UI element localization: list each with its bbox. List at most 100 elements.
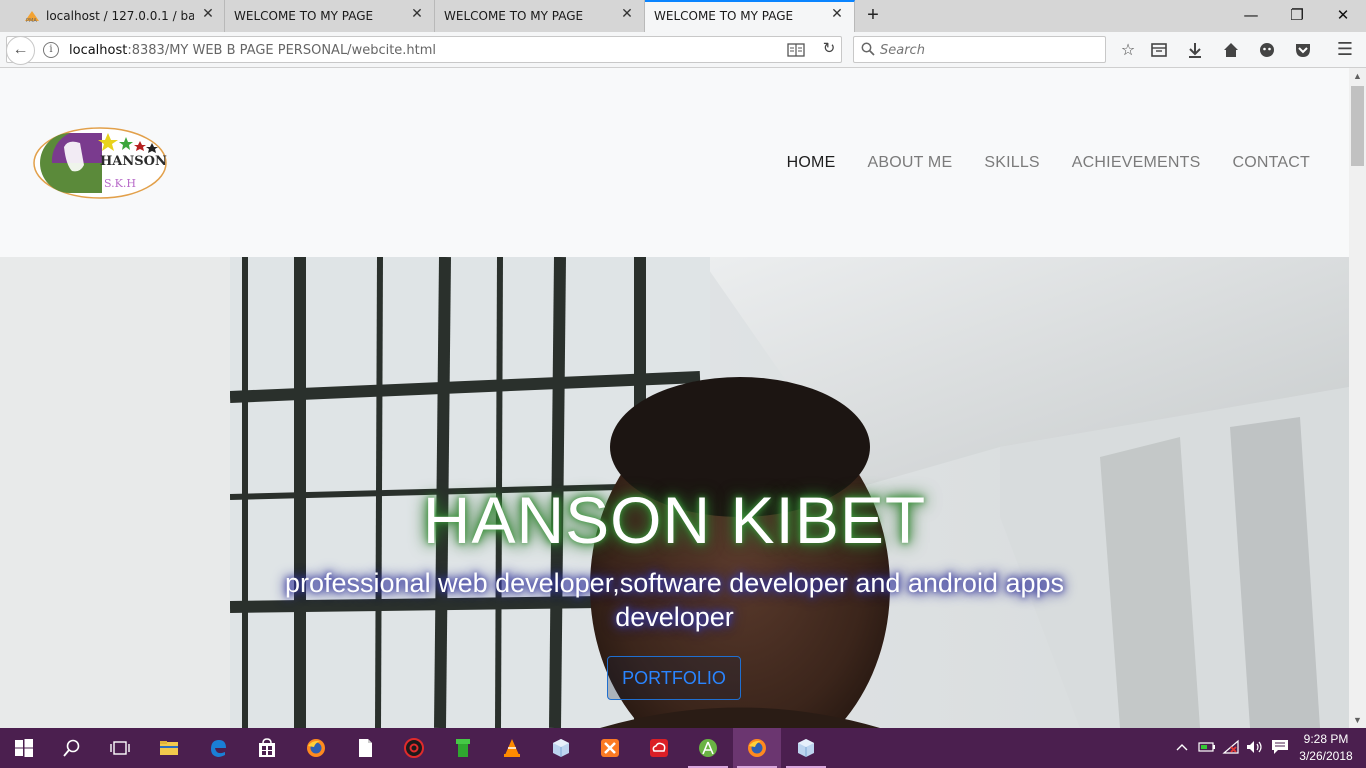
- tab-welcome-active[interactable]: WELCOME TO MY PAGE ✕: [645, 0, 855, 32]
- taskbar-app-red[interactable]: [390, 728, 438, 768]
- reload-icon[interactable]: ↻: [819, 39, 839, 59]
- taskbar-app-green[interactable]: [439, 728, 487, 768]
- taskbar-notepad[interactable]: [341, 728, 389, 768]
- taskbar-search-button[interactable]: [48, 728, 96, 768]
- tab-title: localhost / 127.0.0.1 / ban...: [46, 9, 194, 23]
- url-path: :8383/MY WEB B PAGE PERSONAL/webcite.htm…: [127, 43, 437, 58]
- taskbar-vlc[interactable]: [488, 728, 536, 768]
- address-bar[interactable]: ← i localhost:8383/MY WEB B PAGE PERSONA…: [6, 36, 842, 65]
- tray-network[interactable]: [1220, 728, 1242, 768]
- vlc-cone-icon: [504, 739, 520, 757]
- tab-strip: PMA localhost / 127.0.0.1 / ban... ✕ WEL…: [0, 0, 1366, 32]
- green-cylinder-icon: [456, 739, 470, 757]
- tab-welcome-2[interactable]: WELCOME TO MY PAGE ✕: [435, 0, 645, 32]
- tray-volume[interactable]: [1244, 728, 1266, 768]
- search-icon: [861, 42, 875, 56]
- portfolio-button[interactable]: PORTFOLIO: [607, 656, 741, 700]
- taskbar-creative-cloud[interactable]: [635, 728, 683, 768]
- url-text[interactable]: localhost:8383/MY WEB B PAGE PERSONAL/we…: [69, 43, 436, 58]
- scroll-thumb[interactable]: [1351, 86, 1364, 166]
- pocket-icon[interactable]: [1289, 36, 1317, 64]
- taskbar-firefox[interactable]: [292, 728, 340, 768]
- windows-taskbar: 9:28 PM 3/26/2018: [0, 728, 1366, 768]
- close-window-button[interactable]: ✕: [1320, 2, 1366, 30]
- bookmark-star-icon[interactable]: ☆: [1114, 36, 1142, 64]
- android-studio-icon: [699, 739, 717, 757]
- close-tab-icon[interactable]: ✕: [200, 6, 216, 22]
- taskbar-store[interactable]: [243, 728, 291, 768]
- taskbar-virtualbox-2[interactable]: [782, 728, 830, 768]
- hero-subtitle: professional web developer,software deve…: [284, 568, 1065, 632]
- tab-phpmyadmin[interactable]: PMA localhost / 127.0.0.1 / ban... ✕: [0, 0, 225, 32]
- creative-cloud-icon: [650, 739, 668, 757]
- task-view-button[interactable]: [96, 728, 144, 768]
- action-center-button[interactable]: [1268, 728, 1292, 768]
- info-icon[interactable]: i: [43, 42, 59, 58]
- library-icon[interactable]: [1145, 36, 1173, 64]
- battery-icon: [1198, 742, 1215, 752]
- main-menu: HOME ABOUT ME SKILLS ACHIEVEMENTS CONTAC…: [755, 154, 1310, 172]
- taskbar-file-explorer[interactable]: [145, 728, 193, 768]
- taskbar-xampp[interactable]: [586, 728, 634, 768]
- taskbar-android-studio[interactable]: [684, 728, 732, 768]
- page-viewport: HANSON S.K.H HOME ABOUT ME SKILLS ACHIEV…: [0, 68, 1349, 728]
- chevron-up-icon: [1176, 744, 1188, 751]
- nav-contact[interactable]: CONTACT: [1232, 154, 1310, 172]
- windows-logo-icon: [15, 739, 33, 757]
- home-icon[interactable]: [1217, 36, 1245, 64]
- download-icon[interactable]: [1181, 36, 1209, 64]
- notification-icon: [1272, 740, 1288, 754]
- close-tab-icon[interactable]: ✕: [829, 6, 845, 22]
- sync-icon[interactable]: [1253, 36, 1281, 64]
- taskbar-edge[interactable]: [194, 728, 242, 768]
- site-logo[interactable]: HANSON S.K.H: [30, 125, 170, 201]
- restore-button[interactable]: ❐: [1274, 2, 1320, 30]
- new-tab-button[interactable]: +: [862, 4, 884, 26]
- start-button[interactable]: [0, 728, 48, 768]
- gear-app-icon: [404, 738, 424, 758]
- close-tab-icon[interactable]: ✕: [619, 6, 635, 22]
- tab-title: WELCOME TO MY PAGE: [654, 9, 794, 23]
- minimize-button[interactable]: —: [1228, 2, 1274, 30]
- cube-icon: [553, 739, 569, 757]
- task-view-icon: [110, 741, 130, 755]
- navigation-toolbar: ← i localhost:8383/MY WEB B PAGE PERSONA…: [0, 32, 1366, 68]
- taskbar-virtualbox[interactable]: [537, 728, 585, 768]
- search-icon: [63, 739, 80, 757]
- tray-overflow[interactable]: [1172, 728, 1192, 768]
- tab-title: WELCOME TO MY PAGE: [444, 9, 584, 23]
- nav-home[interactable]: HOME: [787, 154, 836, 172]
- document-icon: [359, 739, 372, 757]
- search-input[interactable]: [878, 40, 1102, 60]
- reader-view-icon[interactable]: [787, 41, 805, 59]
- xampp-icon: [601, 739, 619, 757]
- logo-initials-text: S.K.H: [104, 177, 136, 190]
- nav-achievements[interactable]: ACHIEVEMENTS: [1072, 154, 1201, 172]
- back-arrow-icon[interactable]: ←: [6, 36, 35, 65]
- taskbar-firefox-active[interactable]: [733, 728, 781, 768]
- tray-power[interactable]: [1196, 728, 1218, 768]
- folder-icon: [160, 741, 178, 755]
- cube-icon: [798, 739, 814, 757]
- scroll-down-icon[interactable]: ▼: [1349, 712, 1366, 728]
- hero-title: HANSON KIBET: [422, 483, 927, 557]
- nav-about-me[interactable]: ABOUT ME: [867, 154, 952, 172]
- page-scrollbar[interactable]: ▲ ▼: [1349, 68, 1366, 728]
- nav-skills[interactable]: SKILLS: [984, 154, 1039, 172]
- firefox-icon: [307, 739, 325, 757]
- store-icon: [259, 738, 275, 757]
- volume-icon: [1247, 741, 1262, 753]
- close-tab-icon[interactable]: ✕: [409, 6, 425, 22]
- url-host: localhost: [69, 43, 128, 58]
- hero-section: HANSON KIBET professional web developer,…: [0, 257, 1349, 728]
- wifi-off-icon: [1222, 739, 1239, 754]
- logo-brand-text: HANSON: [100, 154, 167, 169]
- tab-welcome-1[interactable]: WELCOME TO MY PAGE ✕: [225, 0, 435, 32]
- edge-icon: [211, 740, 226, 757]
- scroll-up-icon[interactable]: ▲: [1349, 68, 1366, 84]
- phpmyadmin-icon: PMA: [25, 11, 39, 23]
- site-header: HANSON S.K.H HOME ABOUT ME SKILLS ACHIEV…: [0, 68, 1349, 257]
- search-box[interactable]: [853, 36, 1106, 63]
- menu-hamburger-icon[interactable]: ☰: [1331, 36, 1359, 64]
- taskbar-clock[interactable]: 9:28 PM 3/26/2018: [1296, 731, 1356, 765]
